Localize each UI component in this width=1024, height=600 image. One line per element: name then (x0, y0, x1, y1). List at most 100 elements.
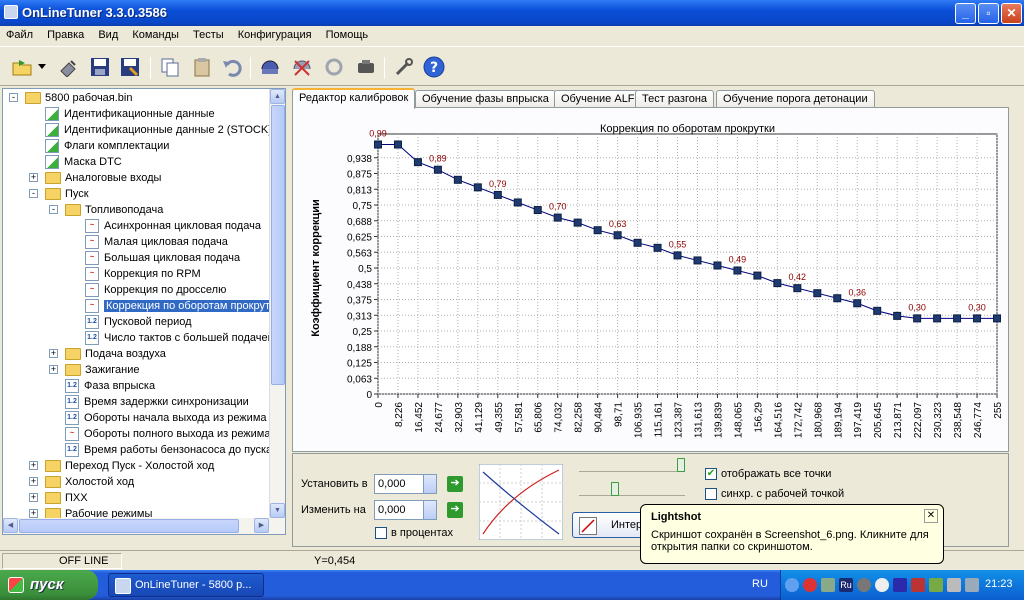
tree-item[interactable]: - Пуск (3, 186, 269, 202)
data-point[interactable] (673, 251, 682, 260)
change-value-spinner[interactable] (423, 500, 437, 520)
data-point[interactable] (933, 314, 942, 323)
tab-injection-phase[interactable]: Обучение фазы впрыска (415, 90, 556, 108)
menu-commands[interactable]: Команды (126, 26, 184, 41)
scroll-right-arrow-icon[interactable]: ▶ (254, 518, 269, 533)
data-point[interactable] (973, 314, 982, 323)
data-point[interactable] (753, 271, 762, 280)
tree-item[interactable]: 1.2 Число тактов с большей подачей (3, 330, 274, 346)
tray-app-icon[interactable] (893, 578, 907, 592)
start-button[interactable]: пуск (0, 570, 98, 600)
data-point[interactable] (873, 306, 882, 315)
slider-1[interactable] (579, 458, 685, 472)
refresh-icon[interactable] (322, 55, 346, 79)
tree-item[interactable]: - Топливоподача (3, 202, 269, 218)
collapse-icon[interactable]: - (49, 205, 58, 214)
data-point[interactable] (713, 261, 722, 270)
undo-icon[interactable] (220, 55, 244, 79)
tab-calibration-editor[interactable]: Редактор калибровок (292, 88, 416, 109)
expand-icon[interactable]: + (29, 461, 38, 470)
expand-icon[interactable]: + (29, 173, 38, 182)
tree-item[interactable]: 1.2 Фаза впрыска (3, 378, 269, 394)
scroll-down-arrow-icon[interactable]: ▼ (270, 503, 285, 518)
percent-checkbox[interactable] (375, 527, 387, 539)
menu-edit[interactable]: Правка (41, 26, 89, 41)
collapse-icon[interactable]: - (29, 189, 38, 198)
tray-network-icon[interactable] (821, 578, 835, 592)
data-point[interactable] (374, 140, 382, 149)
slider-2[interactable] (579, 482, 685, 496)
scroll-thumb[interactable] (271, 105, 285, 385)
tree-item[interactable]: 1.2 Время работы бензонасоса до пуска (3, 442, 272, 458)
tree-item[interactable]: ~ Коррекция по оборотам прокрутки (3, 298, 283, 314)
tree-item[interactable]: Идентификационные данные 2 (STOCK) (3, 122, 272, 138)
tray-security-icon[interactable] (803, 578, 817, 592)
data-point[interactable] (453, 175, 462, 184)
tree-item[interactable]: 1.2 Обороты начала выхода из режима (3, 410, 269, 426)
set-value-spinner[interactable] (423, 474, 437, 494)
data-point[interactable] (993, 314, 1001, 323)
plug-icon[interactable] (56, 55, 80, 79)
engine-icon[interactable] (354, 55, 378, 79)
tools-icon[interactable] (392, 55, 416, 79)
tray-volume-icon[interactable] (857, 578, 871, 592)
tree-item[interactable]: - 5800 рабочая.bin (3, 90, 269, 106)
interpolate-button[interactable]: Интер (572, 512, 648, 538)
data-point[interactable] (893, 311, 902, 320)
tree-item[interactable]: ~ Коррекция по дросселю (3, 282, 269, 298)
maximize-button[interactable]: ▫ (978, 3, 999, 24)
dropdown-arrow-icon[interactable] (36, 55, 48, 79)
expand-icon[interactable]: + (29, 493, 38, 502)
data-point[interactable] (433, 165, 442, 174)
tree-item[interactable]: + ПХХ (3, 490, 269, 506)
calibration-tree[interactable]: - 5800 рабочая.bin Идентификационные данны… (2, 88, 286, 535)
menu-file[interactable]: Файл (0, 26, 38, 41)
data-point[interactable] (813, 289, 822, 298)
tree-item[interactable]: + Подача воздуха (3, 346, 269, 362)
hscroll-thumb[interactable] (19, 519, 239, 533)
data-point[interactable] (633, 238, 642, 247)
menu-help[interactable]: Помощь (320, 26, 374, 41)
save-icon[interactable] (88, 55, 112, 79)
tree-item[interactable]: 1.2 Пусковой период (3, 314, 269, 330)
sync-point-checkbox[interactable] (705, 488, 717, 500)
data-point[interactable] (593, 226, 602, 235)
help-icon[interactable]: ? (422, 55, 446, 79)
paste-icon[interactable] (190, 55, 214, 79)
expand-icon[interactable]: + (49, 365, 58, 374)
data-point[interactable] (833, 294, 842, 303)
close-button[interactable]: ✕ (1001, 3, 1022, 24)
taskbar-item-onlinetuner[interactable]: OnLineTuner - 5800 р... (108, 573, 264, 597)
data-point[interactable] (733, 266, 742, 275)
tree-item[interactable]: + Аналоговые входы (3, 170, 269, 186)
tree-vertical-scrollbar[interactable]: ▲ ▼ (269, 89, 285, 534)
tray-expand-icon[interactable] (785, 578, 799, 592)
tray-lightshot-icon[interactable] (929, 578, 943, 592)
tree-item[interactable]: + Холостой ход (3, 474, 269, 490)
tree-item[interactable]: ~ Большая цикловая подача (3, 250, 269, 266)
show-all-points-checkbox[interactable]: ✔ (705, 468, 717, 480)
tree-item[interactable]: ~ Асинхронная цикловая подача (3, 218, 269, 234)
tray-language-icon[interactable]: Ru (839, 578, 853, 592)
expand-icon[interactable]: + (29, 509, 38, 518)
balloon-close-icon[interactable]: ✕ (924, 509, 938, 523)
data-point[interactable] (693, 256, 702, 265)
tree-horizontal-scrollbar[interactable]: ◀ ▶ (3, 518, 285, 534)
data-point[interactable] (793, 284, 802, 293)
language-indicator[interactable]: RU (752, 578, 768, 590)
data-point[interactable] (573, 218, 582, 227)
tray-clock-icon[interactable] (875, 578, 889, 592)
menu-tests[interactable]: Тесты (187, 26, 229, 41)
apply-set-button[interactable]: ➔ (447, 476, 463, 492)
data-point[interactable] (393, 140, 402, 149)
connect-icon[interactable] (258, 55, 282, 79)
menu-view[interactable]: Вид (92, 26, 123, 41)
disconnect-icon[interactable] (290, 55, 314, 79)
tree-item[interactable]: + Зажигание (3, 362, 269, 378)
data-point[interactable] (533, 206, 542, 215)
data-point[interactable] (953, 314, 962, 323)
tab-alf-learning[interactable]: Обучение ALF (554, 90, 642, 108)
calibration-chart[interactable]: Коррекция по оборотам прокрутки Коэффицие… (293, 108, 1008, 451)
expand-icon[interactable]: + (49, 349, 58, 358)
data-point[interactable] (913, 314, 922, 323)
